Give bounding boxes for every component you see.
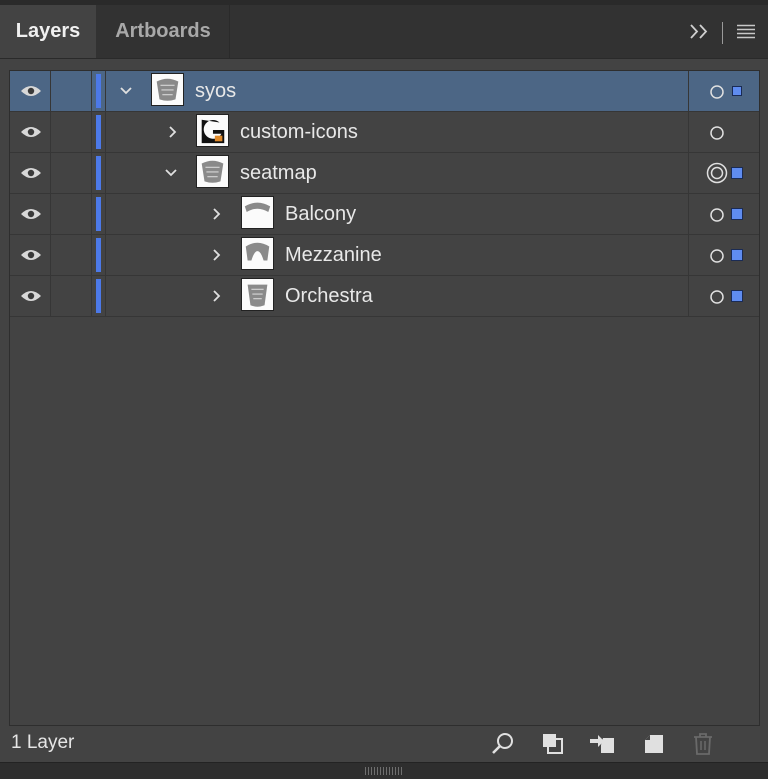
lock-toggle[interactable] bbox=[51, 71, 92, 111]
target-circle-icon[interactable] bbox=[709, 289, 725, 305]
chevron-right-icon[interactable] bbox=[208, 287, 226, 305]
layer-color-bar bbox=[96, 197, 101, 231]
selection-square bbox=[731, 167, 743, 179]
eye-icon bbox=[21, 291, 41, 301]
visibility-toggle[interactable] bbox=[10, 112, 51, 152]
layer-row-balcony[interactable]: Balcony bbox=[10, 194, 759, 235]
eye-icon bbox=[21, 127, 41, 137]
delete-layer-icon[interactable] bbox=[691, 731, 715, 757]
seatmap-thumbnail bbox=[151, 73, 184, 106]
target-circle-icon[interactable] bbox=[709, 207, 725, 223]
layer-row-mezzanine[interactable]: Mezzanine bbox=[10, 235, 759, 276]
layer-name-cell[interactable]: seatmap bbox=[105, 153, 689, 193]
target-column[interactable] bbox=[688, 112, 760, 152]
eye-icon bbox=[21, 86, 41, 96]
layer-color-bar bbox=[96, 279, 101, 313]
layer-name: syos bbox=[195, 80, 237, 102]
visibility-toggle[interactable] bbox=[10, 235, 51, 275]
layer-color-bar bbox=[96, 74, 101, 108]
layer-name-cell[interactable]: Mezzanine bbox=[105, 235, 689, 275]
selection-square bbox=[731, 208, 743, 220]
visibility-toggle[interactable] bbox=[10, 276, 51, 316]
create-new-layer-icon[interactable] bbox=[641, 731, 667, 757]
tab-layers[interactable]: Layers bbox=[0, 5, 96, 58]
layer-color-bar bbox=[96, 156, 101, 190]
lock-toggle[interactable] bbox=[51, 153, 92, 193]
locate-object-icon[interactable] bbox=[490, 731, 516, 757]
layer-row-orchestra[interactable]: Orchestra bbox=[10, 276, 759, 317]
target-circle-icon[interactable] bbox=[709, 84, 725, 100]
layer-name: seatmap bbox=[240, 162, 317, 184]
panel-bottom-bar bbox=[0, 762, 768, 779]
target-column[interactable] bbox=[688, 194, 760, 234]
double-chevron-right-icon[interactable] bbox=[688, 5, 710, 58]
selection-square bbox=[731, 249, 743, 261]
visibility-toggle[interactable] bbox=[10, 153, 51, 193]
target-column[interactable] bbox=[688, 276, 760, 316]
target-column[interactable] bbox=[688, 235, 760, 275]
layer-name-cell[interactable]: Orchestra bbox=[105, 276, 689, 316]
layers-list: syos custom-icons seatmap Balcony Mezzan… bbox=[9, 70, 760, 726]
layer-row-seatmap[interactable]: seatmap bbox=[10, 153, 759, 194]
mezzanine-thumbnail bbox=[241, 237, 274, 270]
layer-row-custom-icons[interactable]: custom-icons bbox=[10, 112, 759, 153]
layer-name: custom-icons bbox=[240, 121, 358, 143]
custom-icons-thumbnail bbox=[196, 114, 229, 147]
create-sublayer-icon[interactable] bbox=[588, 731, 618, 757]
target-circle-icon[interactable] bbox=[709, 125, 725, 141]
chevron-down-icon[interactable] bbox=[117, 82, 135, 100]
layer-name: Balcony bbox=[285, 203, 357, 225]
eye-icon bbox=[21, 209, 41, 219]
selection-square bbox=[732, 86, 742, 96]
chevron-right-icon[interactable] bbox=[164, 123, 182, 141]
panel-footer: 1 Layer bbox=[0, 725, 768, 761]
layer-name-cell[interactable]: syos bbox=[105, 71, 689, 111]
seatmap-thumbnail bbox=[196, 155, 229, 188]
target-column[interactable] bbox=[688, 153, 760, 193]
selection-square bbox=[731, 290, 743, 302]
eye-icon bbox=[21, 168, 41, 178]
balcony-thumbnail bbox=[241, 196, 274, 229]
layer-name-cell[interactable]: custom-icons bbox=[105, 112, 689, 152]
layer-name: Orchestra bbox=[285, 285, 373, 307]
chevron-right-icon[interactable] bbox=[208, 246, 226, 264]
layer-name-cell[interactable]: Balcony bbox=[105, 194, 689, 234]
tab-artboards[interactable]: Artboards bbox=[97, 5, 230, 58]
resize-grip[interactable] bbox=[365, 767, 403, 775]
tab-bar-separator bbox=[722, 22, 723, 44]
chevron-down-icon[interactable] bbox=[162, 164, 180, 182]
visibility-toggle[interactable] bbox=[10, 71, 51, 111]
hamburger-menu-icon[interactable] bbox=[736, 5, 756, 58]
layer-count: 1 Layer bbox=[11, 732, 75, 753]
target-circle-icon[interactable] bbox=[709, 248, 725, 264]
layer-color-bar bbox=[96, 238, 101, 272]
lock-toggle[interactable] bbox=[51, 276, 92, 316]
target-column[interactable] bbox=[688, 71, 760, 111]
lock-toggle[interactable] bbox=[51, 112, 92, 152]
target-double-circle-icon[interactable] bbox=[706, 162, 728, 184]
panel-tab-bar: Layers Artboards bbox=[0, 5, 768, 59]
make-clipping-mask-icon[interactable] bbox=[540, 731, 566, 757]
layer-row-syos[interactable]: syos bbox=[10, 71, 759, 112]
layer-name: Mezzanine bbox=[285, 244, 382, 266]
layer-color-bar bbox=[96, 115, 101, 149]
lock-toggle[interactable] bbox=[51, 194, 92, 234]
orchestra-thumbnail bbox=[241, 278, 274, 311]
visibility-toggle[interactable] bbox=[10, 194, 51, 234]
chevron-right-icon[interactable] bbox=[208, 205, 226, 223]
eye-icon bbox=[21, 250, 41, 260]
lock-toggle[interactable] bbox=[51, 235, 92, 275]
